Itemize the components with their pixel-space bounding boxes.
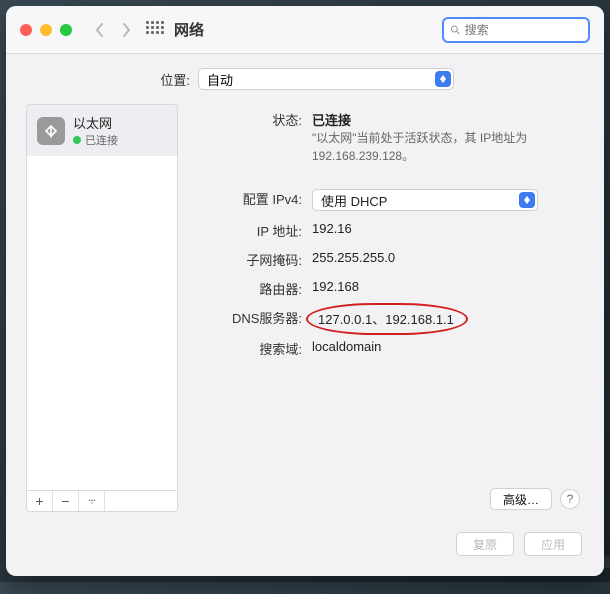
search-icon <box>450 24 461 36</box>
router-label: 路由器: <box>192 279 312 298</box>
ipv4-label: 配置 IPv4: <box>192 189 312 211</box>
zoom-icon[interactable] <box>60 24 72 36</box>
ip-value: 192.16 <box>312 221 352 236</box>
search-input[interactable] <box>465 23 582 37</box>
ipv4-value: 使用 DHCP <box>321 191 387 210</box>
location-value: 自动 <box>207 70 233 89</box>
status-value: 已连接 <box>312 110 574 129</box>
subnet-value: 255.255.255.0 <box>312 250 574 269</box>
show-all-icon[interactable] <box>146 21 164 39</box>
location-label: 位置: <box>6 70 198 89</box>
add-interface-button[interactable]: + <box>27 491 53 511</box>
minimize-icon[interactable] <box>40 24 52 36</box>
interface-status: 已连接 <box>85 132 118 148</box>
searchdomain-value: localdomain <box>312 339 574 358</box>
ethernet-icon <box>37 117 65 145</box>
detail-panel: 状态: 已连接 "以太网"当前处于活跃状态，其 IP地址为 192.168.23… <box>192 104 584 506</box>
dns-label: DNS服务器: <box>192 308 312 329</box>
status-label: 状态: <box>192 110 312 165</box>
traffic-lights <box>20 24 72 36</box>
back-button[interactable] <box>90 20 110 40</box>
advanced-button[interactable]: 高级… <box>490 488 552 510</box>
titlebar: 网络 <box>6 6 604 54</box>
ip-label: IP 地址: <box>192 221 312 240</box>
ipv4-select[interactable]: 使用 DHCP <box>312 189 538 211</box>
location-select[interactable]: 自动 <box>198 68 454 90</box>
subnet-label: 子网掩码: <box>192 250 312 269</box>
sidebar-footer: + − <box>26 490 178 512</box>
actions-menu-button[interactable] <box>79 491 105 511</box>
select-arrows-icon <box>435 71 451 87</box>
prefs-window: 网络 位置: 自动 以太网 <box>6 6 604 576</box>
searchdomain-label: 搜索域: <box>192 339 312 358</box>
revert-button[interactable]: 复原 <box>456 532 514 556</box>
remove-interface-button[interactable]: − <box>53 491 79 511</box>
interface-name: 以太网 <box>73 113 118 132</box>
window-title: 网络 <box>174 19 204 40</box>
forward-button[interactable] <box>116 20 136 40</box>
select-arrows-icon <box>519 192 535 208</box>
router-value: 192.168 <box>312 279 359 294</box>
dns-value: 127.0.0.1、192.168.1.1 <box>312 308 460 329</box>
location-row: 位置: 自动 <box>6 54 604 104</box>
search-field[interactable] <box>442 17 590 43</box>
close-icon[interactable] <box>20 24 32 36</box>
status-description: "以太网"当前处于活跃状态，其 IP地址为 192.168.239.128。 <box>312 129 552 165</box>
sidebar-item-ethernet[interactable]: 以太网 已连接 <box>27 105 177 156</box>
help-button[interactable]: ? <box>560 489 580 509</box>
apply-button[interactable]: 应用 <box>524 532 582 556</box>
status-dot-icon <box>73 136 81 144</box>
interfaces-sidebar: 以太网 已连接 <box>26 104 178 506</box>
